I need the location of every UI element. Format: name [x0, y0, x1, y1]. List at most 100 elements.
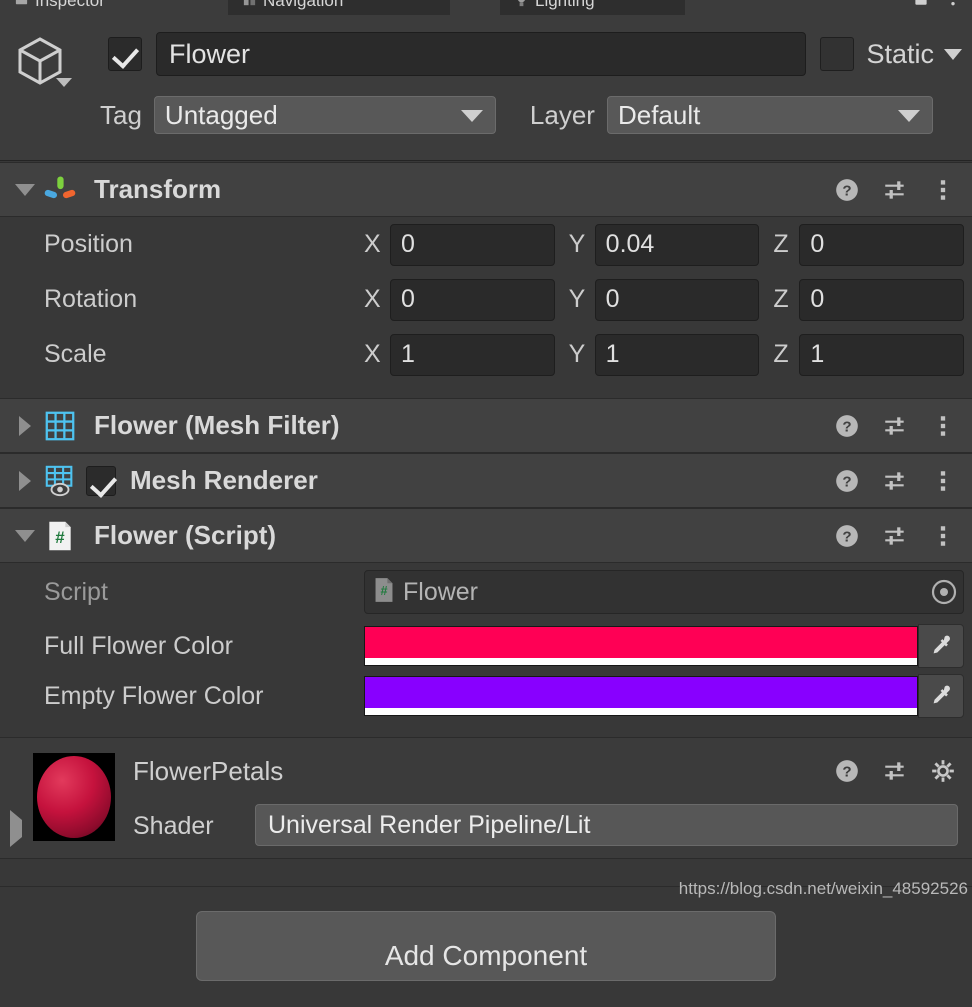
- axis-label-x: X: [364, 230, 381, 258]
- shader-value: Universal Render Pipeline/Lit: [268, 810, 591, 839]
- svg-text:?: ?: [842, 528, 851, 545]
- csharp-script-icon: #: [373, 577, 395, 608]
- flower-script-header-actions: ?: [834, 509, 956, 562]
- layer-dropdown[interactable]: Default: [606, 96, 933, 134]
- tab-navigation[interactable]: Navigation: [228, 0, 450, 15]
- material-preview: [33, 753, 115, 841]
- inspector-tab-bar: Inspector Navigation Lighting: [0, 0, 972, 15]
- tag-dropdown[interactable]: Untagged: [153, 96, 496, 134]
- kebab-menu-icon[interactable]: [930, 523, 956, 549]
- gameobject-icon[interactable]: [12, 33, 72, 89]
- mesh-filter-foldout-icon[interactable]: [10, 415, 40, 436]
- shader-label: Shader: [133, 812, 214, 840]
- transform-axis-icon: [40, 170, 80, 210]
- component-header-mesh-filter[interactable]: Flower (Mesh Filter) ?: [0, 398, 972, 453]
- lighting-icon: [514, 0, 529, 8]
- mesh-filter-icon: [40, 406, 80, 446]
- empty-flower-color-row: Empty Flower Color: [0, 671, 972, 721]
- shader-dropdown[interactable]: Universal Render Pipeline/Lit: [255, 804, 958, 846]
- navigation-icon: [242, 0, 257, 8]
- eyedropper-icon[interactable]: [918, 674, 964, 718]
- rotation-y-input[interactable]: 0: [594, 278, 760, 321]
- svg-text:?: ?: [842, 473, 851, 490]
- gameobject-name-value: Flower: [169, 38, 251, 69]
- transform-body: Position X 0 Y 0.04 Z 0 Rotation X 0 Y 0…: [0, 217, 972, 398]
- preset-settings-icon[interactable]: [882, 523, 908, 549]
- mesh-renderer-foldout-icon[interactable]: [10, 470, 40, 491]
- rotation-z-input[interactable]: 0: [799, 278, 965, 321]
- tab-inspector-label: Inspector: [35, 0, 105, 10]
- kebab-menu-icon[interactable]: [930, 177, 956, 203]
- tag-value: Untagged: [164, 99, 278, 130]
- kebab-menu-icon[interactable]: [944, 0, 962, 12]
- preset-settings-icon[interactable]: [882, 468, 908, 494]
- mesh-filter-header-actions: ?: [834, 399, 956, 452]
- object-picker-icon[interactable]: [931, 579, 957, 605]
- full-flower-color-row: Full Flower Color: [0, 621, 972, 671]
- help-icon[interactable]: ?: [834, 177, 860, 203]
- preset-settings-icon[interactable]: [882, 413, 908, 439]
- component-header-mesh-renderer[interactable]: Mesh Renderer ?: [0, 453, 972, 508]
- gear-icon[interactable]: [930, 758, 956, 784]
- mesh-renderer-enabled-checkbox[interactable]: [86, 465, 116, 496]
- component-header-transform[interactable]: Transform ?: [0, 162, 972, 217]
- inspector-footer: https://blog.csdn.net/weixin_48592526 Ad…: [0, 879, 972, 1007]
- component-header-flower-script[interactable]: # Flower (Script) ?: [0, 508, 972, 563]
- scale-x-input[interactable]: 1: [390, 333, 555, 376]
- tag-layer-row: Tag Untagged Layer Default: [0, 91, 972, 139]
- transform-foldout-icon[interactable]: [10, 183, 40, 196]
- kebab-menu-icon[interactable]: [930, 413, 956, 439]
- static-dropdown-caret-icon[interactable]: [944, 48, 962, 60]
- help-icon[interactable]: ?: [834, 758, 860, 784]
- svg-text:#: #: [55, 528, 65, 547]
- components-list: Transform ? Position X 0 Y 0.04 Z 0 Rota…: [0, 162, 972, 1007]
- position-x-input[interactable]: 0: [390, 223, 555, 266]
- svg-text:#: #: [380, 584, 387, 598]
- static-checkbox[interactable]: [820, 37, 855, 71]
- scale-y-input[interactable]: 1: [594, 333, 760, 376]
- kebab-menu-icon[interactable]: [930, 468, 956, 494]
- full-flower-alpha-bar: [365, 658, 917, 665]
- tab-lighting[interactable]: Lighting: [500, 0, 685, 15]
- svg-text:?: ?: [842, 418, 851, 435]
- gameobject-icon-caret[interactable]: [56, 78, 72, 87]
- eyedropper-icon[interactable]: [918, 624, 964, 668]
- gameobject-enabled-checkbox[interactable]: [108, 37, 142, 71]
- gameobject-name-input[interactable]: Flower: [156, 32, 807, 76]
- flower-script-body: Script # Flower Full Flower Color Empty …: [0, 563, 972, 737]
- empty-flower-alpha-bar: [365, 708, 917, 715]
- tab-inspector[interactable]: Inspector: [0, 0, 215, 15]
- inspector-icon: [14, 0, 29, 8]
- axis-label-x: X: [364, 285, 381, 313]
- mesh-renderer-header-actions: ?: [834, 454, 956, 507]
- empty-flower-color-swatch[interactable]: [364, 676, 918, 716]
- mesh-renderer-icon: [40, 461, 80, 501]
- full-flower-color-swatch[interactable]: [364, 626, 918, 666]
- help-icon[interactable]: ?: [834, 413, 860, 439]
- rotation-x-input[interactable]: 0: [390, 278, 555, 321]
- preset-settings-icon[interactable]: [882, 758, 908, 784]
- lock-icon[interactable]: [912, 0, 930, 12]
- transform-scale-row: Scale X 1 Y 1 Z 1: [0, 327, 972, 382]
- material-foldout-icon[interactable]: [10, 810, 22, 847]
- empty-flower-color-field[interactable]: [364, 674, 964, 718]
- flower-script-foldout-icon[interactable]: [10, 529, 40, 542]
- position-y-input[interactable]: 0.04: [594, 223, 760, 266]
- position-z-input[interactable]: 0: [799, 223, 965, 266]
- help-icon[interactable]: ?: [834, 523, 860, 549]
- position-label: Position: [44, 230, 133, 258]
- chevron-down-icon: [897, 110, 920, 122]
- full-flower-color-field[interactable]: [364, 624, 964, 668]
- chevron-down-icon: [460, 110, 483, 122]
- script-object-field[interactable]: # Flower: [364, 570, 964, 614]
- material-name: FlowerPetals: [133, 756, 284, 786]
- add-component-button[interactable]: Add Component: [196, 911, 776, 981]
- scale-z-input[interactable]: 1: [799, 333, 965, 376]
- static-label: Static: [866, 38, 934, 69]
- layer-value: Default: [617, 99, 701, 130]
- preset-settings-icon[interactable]: [882, 177, 908, 203]
- help-icon[interactable]: ?: [834, 468, 860, 494]
- tab-lighting-label: Lighting: [535, 0, 595, 10]
- material-block-flowerpetals: FlowerPetals ? Shader Universal Render P…: [0, 737, 972, 859]
- transform-rotation-row: Rotation X 0 Y 0 Z 0: [0, 272, 972, 327]
